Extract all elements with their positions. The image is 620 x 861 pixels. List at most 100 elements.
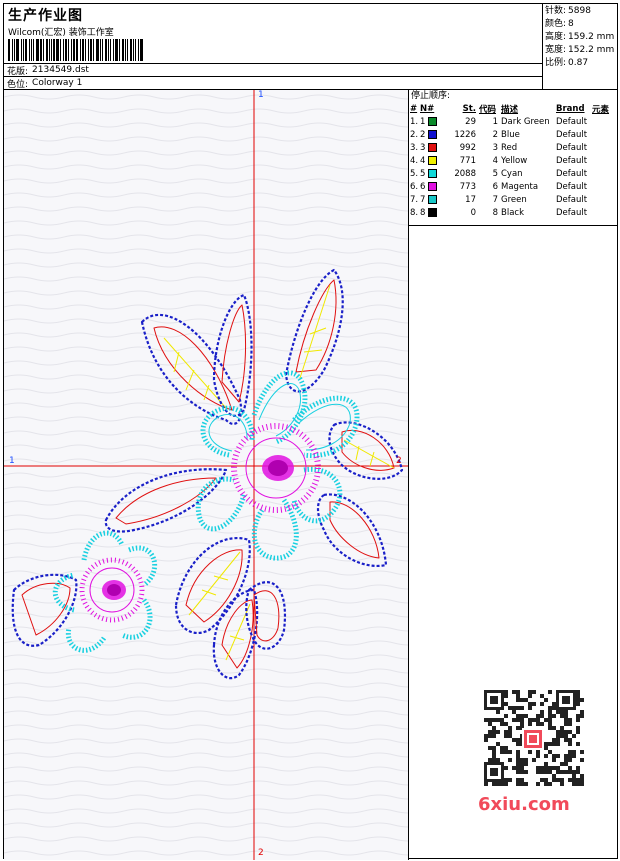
color-row: 8. 8 0 8 Black Default xyxy=(410,206,616,219)
row-index: 2. xyxy=(410,129,419,140)
row-element xyxy=(592,180,616,193)
row-element xyxy=(592,167,616,180)
row-number-swatch: 7 xyxy=(420,193,444,206)
row-brand: Default xyxy=(556,116,588,127)
col-header-description: 描述 xyxy=(501,104,519,115)
row-stitches: 17 xyxy=(465,194,476,205)
stat-scale: 比例: 0.87 xyxy=(545,58,589,68)
row-description: Red xyxy=(501,142,518,153)
stat-width: 宽度: 152.2 mm xyxy=(545,45,615,55)
company-name: Wilcom(汇宏) 装饰工作室 xyxy=(8,28,114,38)
row-index: 1. xyxy=(410,116,419,127)
color-row: 7. 7 17 7 Green Default xyxy=(410,193,616,206)
axis-label-right: 2 xyxy=(396,456,402,466)
color-panel-title: 停止顺序: xyxy=(411,91,451,101)
color-swatch xyxy=(428,142,438,152)
page-title: 生产作业图 xyxy=(8,8,83,24)
row-brand: Default xyxy=(556,168,588,179)
row-stitches: 1226 xyxy=(454,129,476,140)
row-number-swatch: 5 xyxy=(420,167,444,180)
col-header-code: 代码 xyxy=(479,104,497,115)
row-code: 4 xyxy=(492,155,498,166)
axis-label-left: 1 xyxy=(9,456,15,466)
watermark: 6xiu.com xyxy=(478,794,570,815)
row-description: Magenta xyxy=(501,181,539,192)
color-swatch xyxy=(428,194,438,204)
row-brand: Default xyxy=(556,194,588,205)
row-element xyxy=(592,115,616,128)
color-swatch xyxy=(428,155,438,165)
color-swatch xyxy=(428,116,438,126)
row-index: 5. xyxy=(410,168,419,179)
sheet-header: 生产作业图 Wilcom(汇宏) 装饰工作室 花版: 2134549.dst 色… xyxy=(4,4,617,90)
row-number-swatch: 1 xyxy=(420,115,444,128)
col-header-stitches: St. xyxy=(462,103,476,114)
row-index: 7. xyxy=(410,194,419,205)
row-code: 3 xyxy=(492,142,498,153)
qr-code xyxy=(474,686,584,790)
colorway-name: Colorway 1 xyxy=(32,78,83,88)
embroidery-drawing xyxy=(4,90,408,860)
row-index: 6. xyxy=(410,181,419,192)
color-row: 2. 2 1226 2 Blue Default xyxy=(410,128,616,141)
color-row: 4. 4 771 4 Yellow Default xyxy=(410,154,616,167)
row-description: Blue xyxy=(501,129,520,140)
row-code: 8 xyxy=(492,207,498,218)
row-stitches: 771 xyxy=(459,155,476,166)
row-description: Black xyxy=(501,207,524,218)
stat-height: 高度: 159.2 mm xyxy=(545,32,615,42)
row-brand: Default xyxy=(556,181,588,192)
col-header-number: N# xyxy=(420,103,435,114)
row-index: 3. xyxy=(410,142,419,153)
design-stats: 针数: 5898 颜色: 8 高度: 159.2 mm 宽度: 152.2 mm 比例:… xyxy=(542,4,617,90)
col-header-brand: Brand xyxy=(556,103,585,114)
color-swatch xyxy=(428,168,438,178)
axis-label-top: 1 xyxy=(258,90,264,100)
file-label: 花版: xyxy=(7,66,29,77)
colorway-label: 色位: xyxy=(7,79,29,90)
row-description: Dark Green xyxy=(501,116,550,127)
file-name: 2134549.dst xyxy=(32,65,89,75)
row-number-swatch: 3 xyxy=(420,141,444,154)
row-number-swatch: 6 xyxy=(420,180,444,193)
row-index: 8. xyxy=(410,207,419,218)
row-stitches: 29 xyxy=(465,116,476,127)
row-number-swatch: 2 xyxy=(420,128,444,141)
row-code: 6 xyxy=(492,181,498,192)
row-element xyxy=(592,154,616,167)
stat-stitches: 针数: 5898 xyxy=(545,6,591,16)
row-description: Cyan xyxy=(501,168,523,179)
color-row: 5. 5 2088 5 Cyan Default xyxy=(410,167,616,180)
col-header-index: # xyxy=(410,103,418,114)
row-code: 5 xyxy=(492,168,498,179)
row-brand: Default xyxy=(556,142,588,153)
colorway-row: 色位: Colorway 1 xyxy=(4,76,542,90)
barcode xyxy=(8,39,144,61)
row-code: 7 xyxy=(492,194,498,205)
row-brand: Default xyxy=(556,207,588,218)
color-row: 6. 6 773 6 Magenta Default xyxy=(410,180,616,193)
row-code: 2 xyxy=(492,129,498,140)
panel-divider xyxy=(409,225,617,226)
row-stitches: 0 xyxy=(470,207,476,218)
row-brand: Default xyxy=(556,155,588,166)
color-swatch xyxy=(428,207,438,217)
row-number-swatch: 4 xyxy=(420,154,444,167)
color-swatch xyxy=(428,129,438,139)
axis-label-bottom: 2 xyxy=(258,848,264,858)
row-element xyxy=(592,128,616,141)
col-header-element: 元素 xyxy=(592,104,610,115)
row-description: Green xyxy=(501,194,527,205)
production-sheet: 生产作业图 Wilcom(汇宏) 装饰工作室 花版: 2134549.dst 色… xyxy=(3,3,618,860)
row-description: Yellow xyxy=(501,155,528,166)
row-element xyxy=(592,206,616,219)
color-swatch xyxy=(428,181,438,191)
file-row: 花版: 2134549.dst xyxy=(4,63,542,77)
row-number-swatch: 8 xyxy=(420,206,444,219)
row-element xyxy=(592,193,616,206)
color-table: # N# St. 代码 描述 Brand 元素 1. 1 29 1 Dark Gree… xyxy=(410,102,616,219)
stat-colors: 颜色: 8 xyxy=(545,19,574,29)
design-preview: 1 1 2 2 xyxy=(4,90,409,860)
row-stitches: 773 xyxy=(459,181,476,192)
color-row: 3. 3 992 3 Red Default xyxy=(410,141,616,154)
